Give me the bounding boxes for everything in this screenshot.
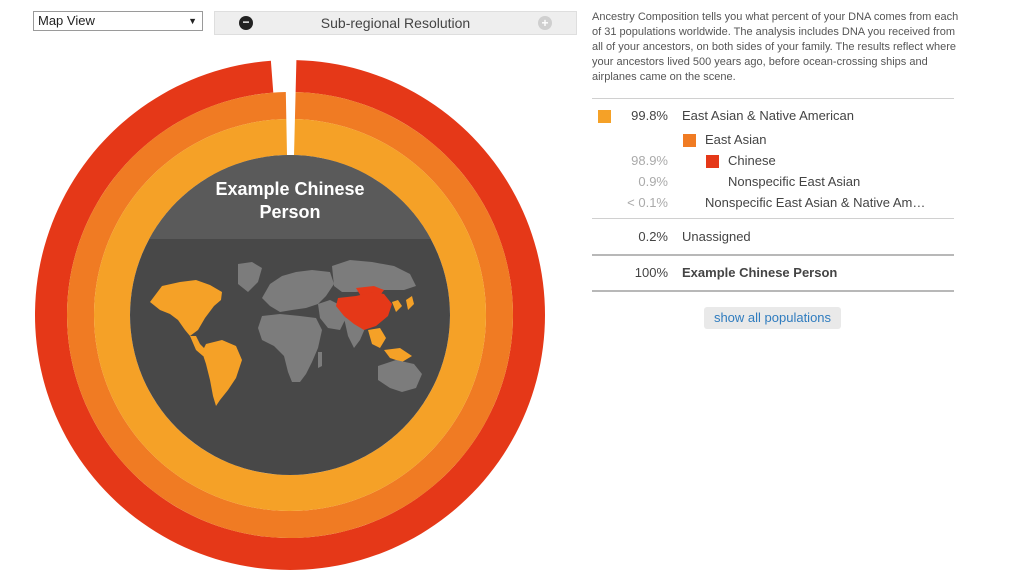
row-chinese[interactable]: 98.9% Chinese xyxy=(592,152,954,172)
center-title: Example Chinese Person xyxy=(160,178,420,224)
row-nonspecific-east-asian[interactable]: 0.9% Nonspecific East Asian xyxy=(592,173,954,193)
row-total: 100% Example Chinese Person xyxy=(592,264,954,284)
divider xyxy=(592,218,954,219)
row-percent: < 0.1% xyxy=(627,195,668,210)
unassigned-percent: 0.2% xyxy=(638,229,668,244)
row-name: Nonspecific East Asian & Native Am… xyxy=(705,195,926,210)
center-title-line1: Example Chinese xyxy=(215,179,365,199)
row-name: East Asian xyxy=(705,132,767,147)
row-percent: 99.8% xyxy=(631,108,668,123)
center-title-line2: Person xyxy=(259,202,321,222)
unassigned-name: Unassigned xyxy=(682,229,751,244)
divider xyxy=(592,98,954,99)
total-percent: 100% xyxy=(634,265,668,280)
swatch-east-asian xyxy=(683,134,696,147)
row-nonspecific-east-asian-native-american[interactable]: < 0.1% Nonspecific East Asian & Native A… xyxy=(592,194,954,214)
show-all-populations-button[interactable]: show all populations xyxy=(704,307,841,329)
row-east-asian-native-american[interactable]: 99.8% East Asian & Native American xyxy=(592,107,954,127)
row-name: Chinese xyxy=(728,153,776,168)
swatch-chinese xyxy=(706,155,719,168)
row-percent: 98.9% xyxy=(631,153,668,168)
total-name: Example Chinese Person xyxy=(682,265,838,280)
row-name: East Asian & Native American xyxy=(682,108,854,123)
row-percent: 0.9% xyxy=(638,174,668,189)
ancestry-donut-chart xyxy=(34,60,545,570)
intro-text: Ancestry Composition tells you what perc… xyxy=(592,11,959,83)
row-unassigned: 0.2% Unassigned xyxy=(592,228,954,248)
row-east-asian[interactable]: East Asian xyxy=(592,131,954,151)
divider xyxy=(592,290,954,292)
row-name: Nonspecific East Asian xyxy=(728,174,861,189)
map-madagascar xyxy=(318,352,322,368)
divider xyxy=(592,254,954,256)
